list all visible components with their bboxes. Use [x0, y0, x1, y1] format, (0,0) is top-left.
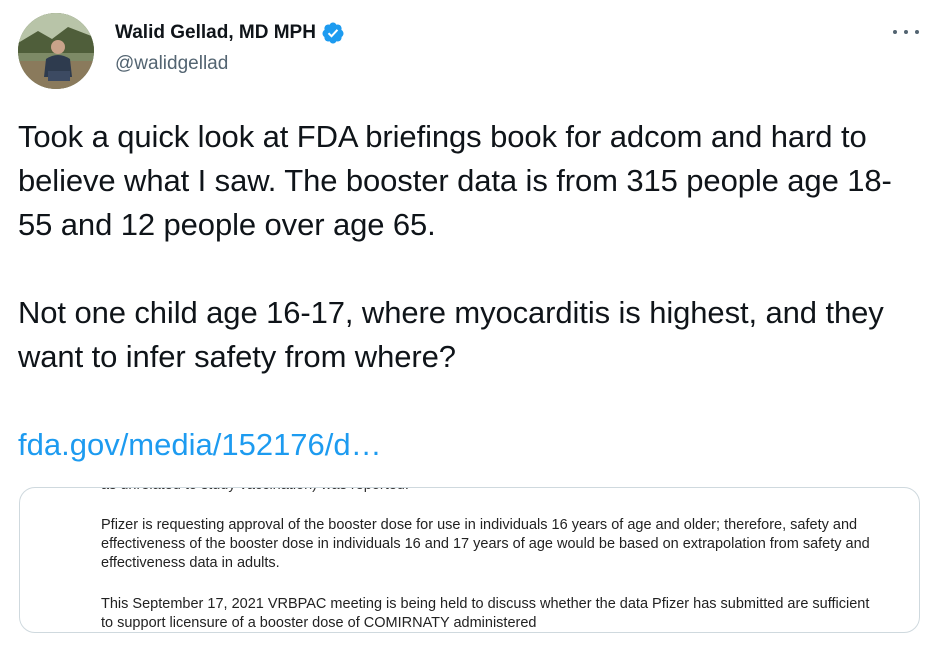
tweet-paragraph: Not one child age 16-17, where myocardit…: [18, 295, 884, 374]
document-paragraph: This September 17, 2021 VRBPAC meeting i…: [101, 596, 870, 631]
author-display-name[interactable]: Walid Gellad, MD MPH: [115, 22, 316, 44]
verified-badge-icon: [322, 22, 344, 44]
link-preview-card[interactable]: as unrelated to study vaccination) was r…: [19, 487, 920, 633]
tweet-link[interactable]: fda.gov/media/152176/d…: [18, 423, 382, 467]
more-icon: [893, 30, 897, 34]
profile-photo: [18, 13, 94, 89]
document-cut-line: as unrelated to study vaccination) was r…: [101, 488, 409, 495]
tweet-paragraph: Took a quick look at FDA briefings book …: [18, 119, 892, 242]
avatar[interactable]: [18, 13, 94, 89]
author-name-row[interactable]: Walid Gellad, MD MPH: [115, 19, 345, 47]
author-handle[interactable]: @walidgellad: [115, 53, 228, 75]
document-paragraph: Pfizer is requesting approval of the boo…: [101, 517, 870, 571]
tweet-text: Took a quick look at FDA briefings book …: [18, 115, 923, 379]
more-options-button[interactable]: [893, 22, 919, 42]
